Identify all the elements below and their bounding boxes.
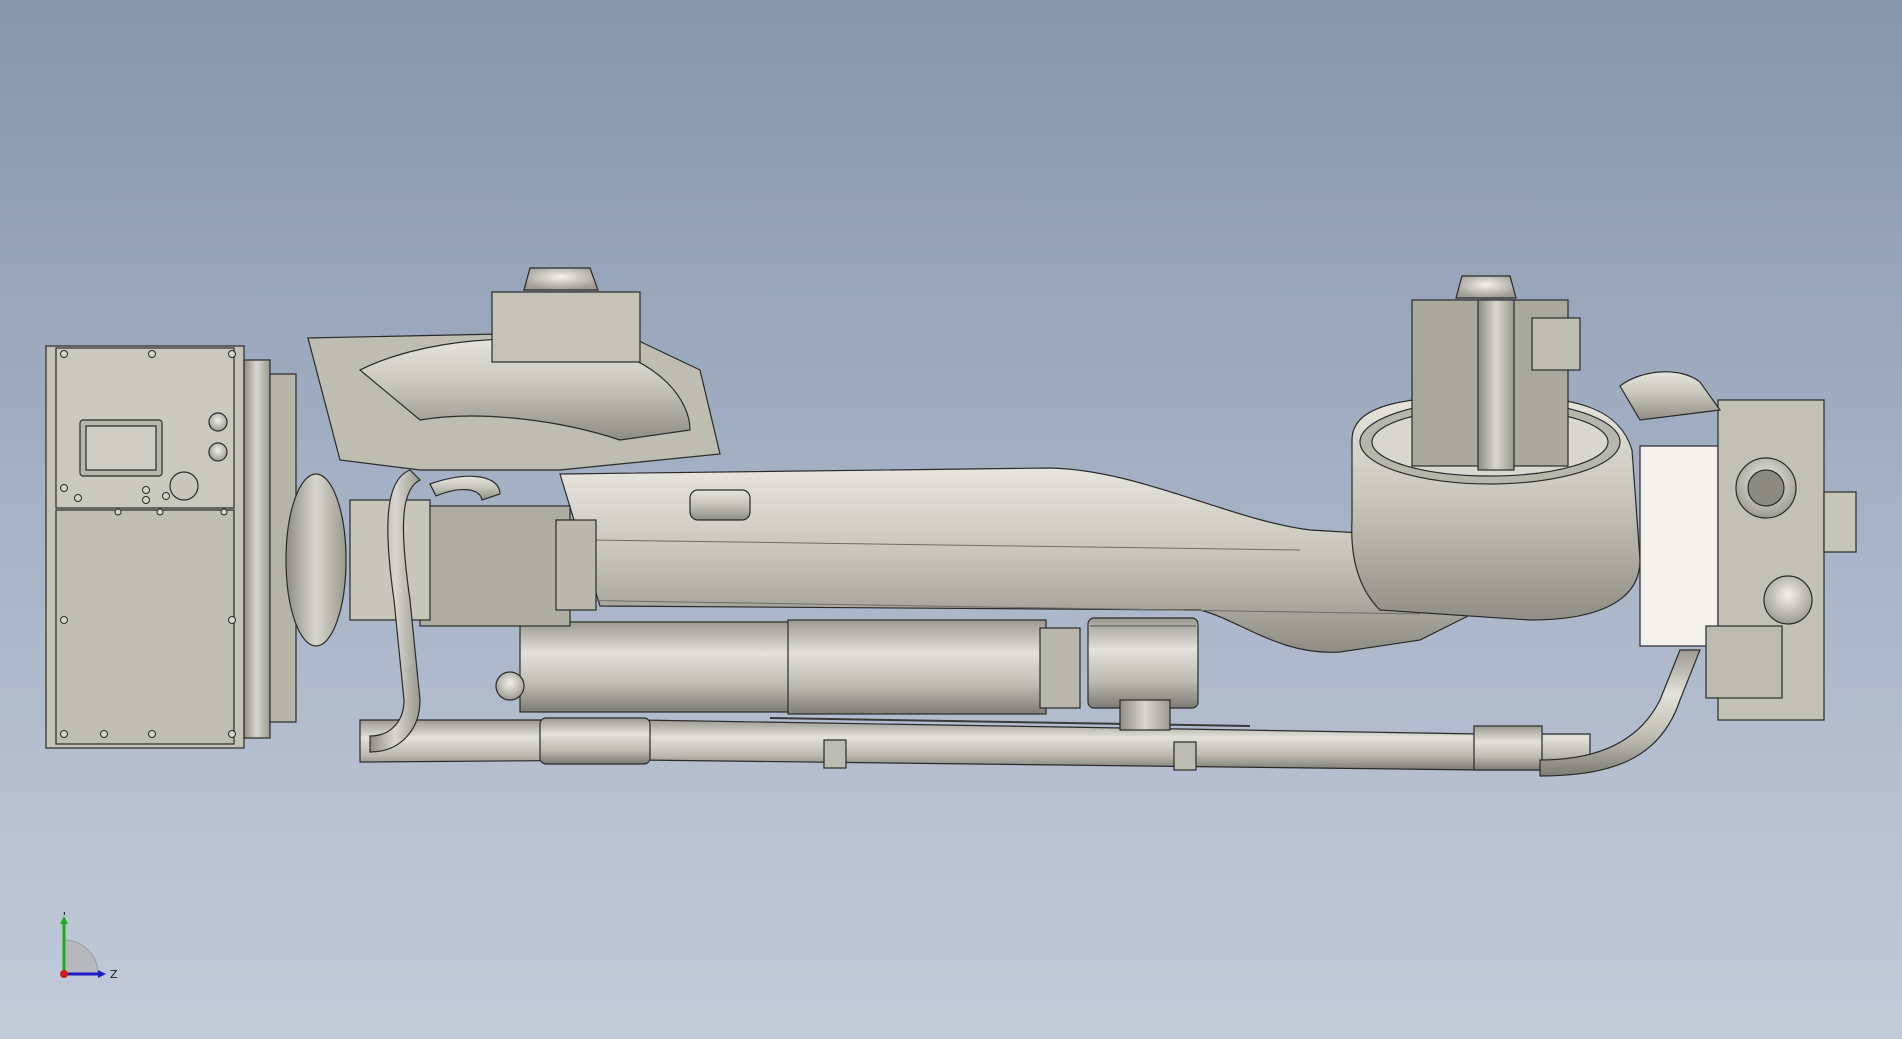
z-axis-arrow [98, 970, 106, 978]
wrist-housing[interactable] [1351, 275, 1857, 721]
triad-quarter-disc [63, 939, 99, 975]
robot-arm-model[interactable] [0, 0, 1902, 1039]
z-axis-label: Z [110, 968, 118, 981]
cad-viewport[interactable]: Y Z [0, 0, 1902, 1039]
base-housing[interactable] [45, 345, 297, 749]
elbow-joint[interactable] [1087, 617, 1199, 731]
axis-triad: Y Z [60, 912, 118, 981]
x-axis-dot [60, 970, 68, 978]
y-axis-label: Y [60, 912, 68, 918]
balancer-cylinder[interactable] [519, 619, 1081, 715]
